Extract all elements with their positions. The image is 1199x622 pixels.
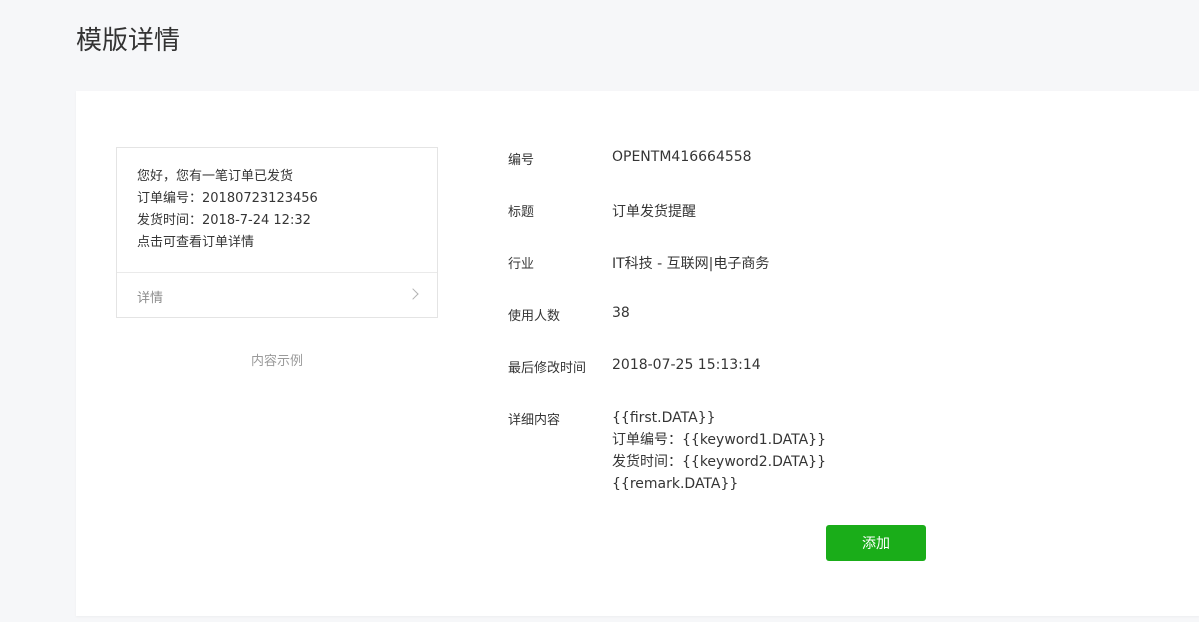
title-value: 订单发货提醒 — [612, 204, 696, 220]
preview-detail-link: 详情 — [117, 272, 437, 317]
add-button[interactable]: 添加 — [826, 525, 926, 561]
content-line: 订单编号：{{keyword1.DATA}} — [612, 432, 826, 448]
content-value: {{first.DATA}} 订单编号：{{keyword1.DATA}} 发货… — [612, 407, 826, 495]
id-label: 编号 — [508, 153, 535, 168]
content-line: {{remark.DATA}} — [612, 476, 739, 492]
template-detail-card: 您好，您有一笔订单已发货 订单编号：20180723123456 发货时间：20… — [76, 91, 1199, 616]
content-label: 详细内容 — [508, 413, 561, 428]
preview-caption: 内容示例 — [250, 354, 303, 369]
preview-line: 您好，您有一笔订单已发货 — [137, 169, 294, 184]
message-preview: 您好，您有一笔订单已发货 订单编号：20180723123456 发货时间：20… — [116, 147, 438, 318]
preview-detail-label: 详情 — [137, 291, 164, 306]
users-label: 使用人数 — [508, 309, 561, 324]
industry-label: 行业 — [508, 257, 535, 272]
modified-label: 最后修改时间 — [508, 361, 587, 376]
chevron-right-icon — [407, 288, 419, 300]
title-label: 标题 — [508, 205, 535, 220]
industry-value: IT科技 - 互联网|电子商务 — [612, 256, 770, 272]
content-line: 发货时间：{{keyword2.DATA}} — [612, 454, 826, 470]
page-title: 模版详情 — [76, 26, 181, 56]
id-value: OPENTM416664558 — [612, 149, 752, 165]
preview-line: 发货时间：2018-7-24 12:32 — [137, 213, 311, 228]
users-value: 38 — [612, 305, 630, 321]
preview-line: 点击可查看订单详情 — [137, 235, 255, 250]
preview-line: 订单编号：20180723123456 — [137, 191, 318, 206]
modified-value: 2018-07-25 15:13:14 — [612, 357, 761, 373]
preview-body: 您好，您有一笔订单已发货 订单编号：20180723123456 发货时间：20… — [117, 148, 437, 254]
content-line: {{first.DATA}} — [612, 410, 716, 426]
